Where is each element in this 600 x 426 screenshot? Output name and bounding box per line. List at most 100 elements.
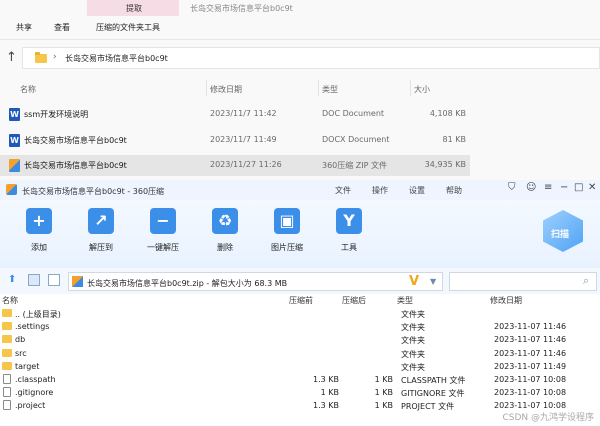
folder-icon bbox=[35, 52, 47, 63]
tab-view[interactable]: 查看 bbox=[54, 22, 70, 33]
word-icon: W bbox=[9, 108, 20, 121]
file-icon bbox=[3, 387, 11, 398]
column-size[interactable]: 大小 bbox=[414, 84, 430, 95]
path-field[interactable]: 长岛交易市场信息平台b0c9t.zip - 解包大小为 68.3 MB V ▼ bbox=[68, 272, 443, 291]
column-name[interactable]: 名称 bbox=[20, 84, 36, 95]
close-icon[interactable]: ✕ bbox=[588, 182, 596, 193]
list-item[interactable]: target 文件夹 2023-11-07 11:49 bbox=[0, 361, 600, 374]
v-icon[interactable]: V bbox=[409, 274, 419, 289]
file-date: 2023/11/27 11:26 bbox=[210, 160, 282, 169]
file-row[interactable]: W ssm开发环境说明 2023/11/7 11:42 DOC Document… bbox=[0, 104, 470, 125]
list-item[interactable]: .gitignore 1 KB 1 KB GITIGNORE 文件 2023-11-07… bbox=[0, 387, 600, 400]
file-name: ssm开发环境说明 bbox=[24, 110, 89, 119]
minimize-icon[interactable]: − bbox=[560, 182, 568, 193]
list-item[interactable]: .. (上级目录) 文件夹 bbox=[0, 308, 600, 321]
item-type: 文件夹 bbox=[401, 310, 425, 319]
column-type[interactable]: 类型 bbox=[322, 84, 338, 95]
item-size-before: 1.3 KB bbox=[313, 375, 339, 384]
path-text[interactable]: 长岛交易市场信息平台b0c9t.zip - 解包大小为 68.3 MB bbox=[87, 278, 287, 289]
one-click-extract-button[interactable]: − 一键解压 bbox=[137, 208, 189, 260]
file-icon bbox=[3, 374, 11, 384]
item-name: db bbox=[15, 335, 26, 345]
image-compress-label: 图片压缩 bbox=[271, 243, 303, 252]
search-input[interactable]: ⌕ bbox=[449, 272, 597, 291]
app-icon bbox=[6, 184, 17, 195]
tab-extract[interactable]: 提取 bbox=[126, 3, 142, 14]
file-size: 34,935 KB bbox=[424, 160, 466, 169]
item-size-after: 1 KB bbox=[374, 375, 393, 384]
list-item[interactable]: .classpath 1.3 KB 1 KB CLASSPATH 文件 2023-11-… bbox=[0, 374, 600, 387]
zip-icon bbox=[72, 276, 83, 287]
menu-icon[interactable]: ≡ bbox=[544, 182, 552, 193]
file-size: 81 KB bbox=[442, 135, 466, 144]
address-bar[interactable]: › 长岛交易市场信息平台b0c9t bbox=[22, 47, 600, 69]
add-button[interactable]: + 添加 bbox=[13, 208, 65, 260]
col-type[interactable]: 类型 bbox=[397, 295, 413, 306]
item-type: PROJECT 文件 bbox=[401, 402, 455, 412]
item-size-after: 1 KB bbox=[374, 401, 393, 411]
file-type: 360压缩 ZIP 文件 bbox=[322, 161, 388, 170]
tools-icon: Y bbox=[336, 208, 362, 234]
file-type: DOC Document bbox=[322, 109, 385, 118]
zip-title-bar[interactable]: 长岛交易市场信息平台b0c9t - 360压缩 文件 操作 设置 帮助 ⛉ ☺ … bbox=[0, 180, 600, 200]
item-size-after: 1 KB bbox=[374, 388, 393, 398]
search-icon[interactable]: ⌕ bbox=[583, 274, 589, 288]
menu-operate[interactable]: 操作 bbox=[372, 185, 388, 196]
chevron-down-icon[interactable]: ▼ bbox=[430, 277, 436, 286]
zip-window-title: 长岛交易市场信息平台b0c9t - 360压缩 bbox=[22, 187, 165, 196]
list-item[interactable]: db 文件夹 2023-11-07 11:46 bbox=[0, 334, 600, 347]
maximize-icon[interactable]: □ bbox=[574, 182, 583, 193]
extract-to-icon: ↗ bbox=[88, 208, 114, 234]
column-date[interactable]: 修改日期 bbox=[210, 84, 242, 95]
chevron-right-icon[interactable]: › bbox=[53, 52, 57, 62]
col-after[interactable]: 压缩后 bbox=[342, 295, 366, 306]
menu-settings[interactable]: 设置 bbox=[409, 185, 425, 196]
file-name: 长岛交易市场信息平台b0c9t bbox=[24, 161, 127, 170]
view-mode-icon[interactable] bbox=[28, 274, 40, 286]
col-date[interactable]: 修改日期 bbox=[490, 295, 522, 306]
tools-label: 工具 bbox=[341, 243, 357, 252]
extract-to-button[interactable]: ↗ 解压到 bbox=[75, 208, 127, 260]
folder-icon bbox=[2, 348, 12, 357]
list-item[interactable]: src 文件夹 2023-11-07 11:46 bbox=[0, 348, 600, 361]
feedback-icon[interactable]: ☺ bbox=[526, 182, 536, 193]
menu-help[interactable]: 帮助 bbox=[446, 185, 462, 196]
path-row: ⬆ 长岛交易市场信息平台b0c9t.zip - 解包大小为 68.3 MB V … bbox=[0, 268, 600, 294]
col-name[interactable]: 名称 bbox=[2, 295, 18, 306]
list-mode-icon[interactable] bbox=[48, 274, 60, 286]
item-name: .classpath bbox=[15, 375, 56, 384]
list-header: 名称 压缩前 压缩后 类型 修改日期 bbox=[0, 294, 600, 306]
up-level-icon[interactable]: ⬆ bbox=[8, 274, 20, 286]
file-row-selected[interactable]: 长岛交易市场信息平台b0c9t 2023/11/27 11:26 360压缩 Z… bbox=[0, 155, 470, 176]
zip-toolbar: + 添加 ↗ 解压到 − 一键解压 ♻ 删除 ▣ 图片压缩 Y 工具 bbox=[0, 200, 600, 268]
shirt-icon[interactable]: ⛉ bbox=[508, 182, 516, 193]
tools-button[interactable]: Y 工具 bbox=[323, 208, 375, 260]
image-compress-button[interactable]: ▣ 图片压缩 bbox=[261, 208, 313, 260]
item-type: CLASSPATH 文件 bbox=[401, 376, 466, 385]
window-title: 长岛交易市场信息平台b0c9t bbox=[190, 4, 293, 13]
column-divider[interactable] bbox=[206, 80, 207, 96]
address-row: ↑ › 长岛交易市场信息平台b0c9t bbox=[0, 44, 600, 72]
watermark: CSDN @九鸿学设程序 bbox=[502, 413, 594, 423]
up-arrow-icon[interactable]: ↑ bbox=[6, 50, 17, 65]
address-text[interactable]: 长岛交易市场信息平台b0c9t bbox=[65, 53, 168, 64]
menu-file[interactable]: 文件 bbox=[335, 185, 351, 196]
tab-share[interactable]: 共享 bbox=[16, 22, 32, 33]
file-row[interactable]: W 长岛交易市场信息平台b0c9t 2023/11/7 11:49 DOCX D… bbox=[0, 130, 470, 151]
delete-button[interactable]: ♻ 删除 bbox=[199, 208, 251, 260]
item-type: 文件夹 bbox=[401, 362, 425, 372]
tab-compressed-tools[interactable]: 压缩的文件夹工具 bbox=[96, 22, 160, 33]
file-icon bbox=[3, 400, 11, 411]
item-name: .settings bbox=[15, 322, 50, 332]
list-item[interactable]: .settings 文件夹 2023-11-07 11:46 bbox=[0, 321, 600, 334]
item-date: 2023-11-07 11:46 bbox=[494, 322, 567, 332]
scan-label[interactable]: 扫描 bbox=[551, 227, 569, 240]
column-divider[interactable] bbox=[410, 80, 411, 96]
one-click-extract-icon: − bbox=[150, 208, 176, 234]
column-divider[interactable] bbox=[318, 80, 319, 96]
item-size-before: 1 KB bbox=[320, 388, 339, 398]
item-name: .. (上级目录) bbox=[15, 310, 61, 319]
folder-icon bbox=[2, 335, 12, 344]
col-before[interactable]: 压缩前 bbox=[289, 295, 313, 306]
item-date: 2023-11-07 10:08 bbox=[494, 388, 567, 398]
